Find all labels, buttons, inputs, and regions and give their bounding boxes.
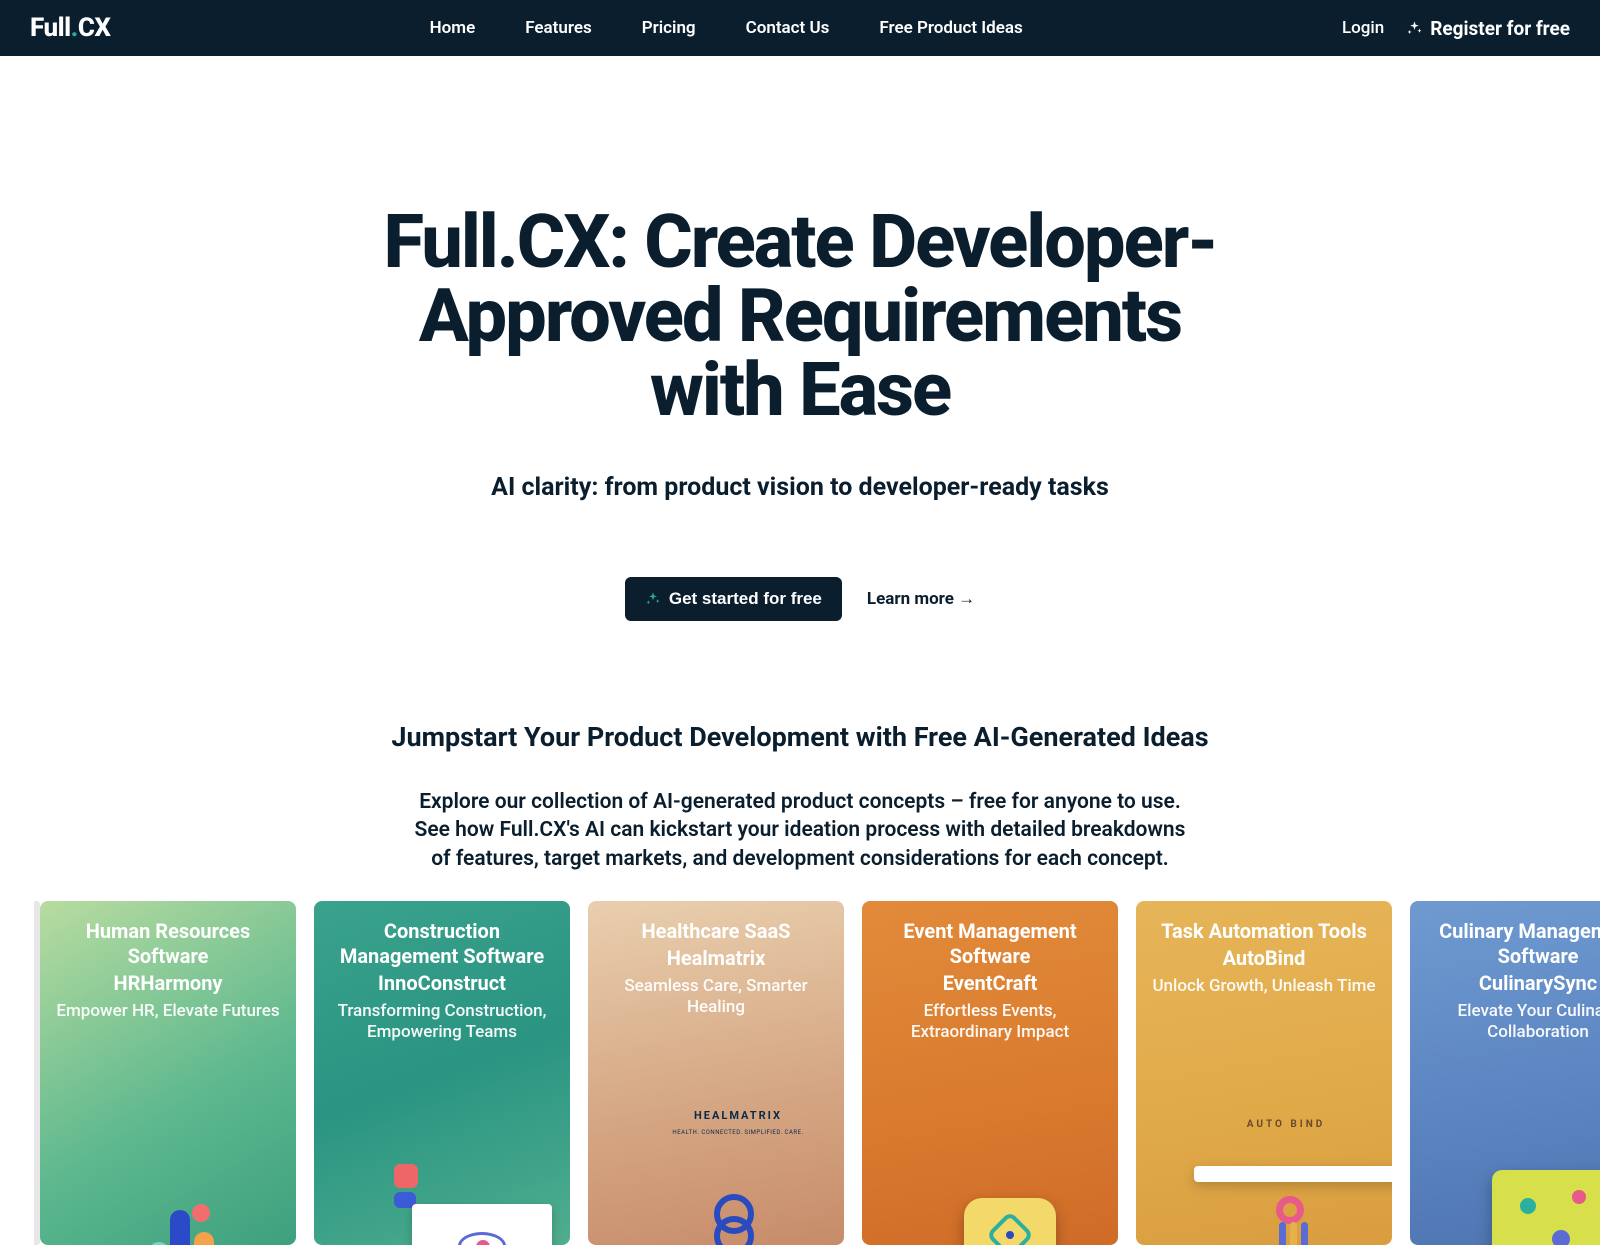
card-category: Task Automation Tools (1150, 919, 1378, 944)
nav-pricing[interactable]: Pricing (642, 18, 696, 38)
card-category: Healthcare SaaS (602, 919, 830, 944)
product-cards-row: Human Resources Software HRHarmony Empow… (0, 901, 1600, 1245)
product-card-culinarysync[interactable]: Culinary Management Software CulinarySyn… (1410, 901, 1600, 1245)
card-image: HEALMATRIX HEALTH. CONNECTED. SIMPLIFIED… (588, 1060, 844, 1245)
card-category: Human Resources Software (54, 919, 282, 969)
card-header: Human Resources Software HRHarmony Empow… (40, 901, 296, 1038)
nav-home[interactable]: Home (430, 18, 476, 38)
card-name: InnoConstruct (328, 971, 556, 995)
get-started-button[interactable]: Get started for free (625, 577, 842, 621)
hero: Full.CX: Create Developer-Approved Requi… (0, 56, 1600, 681)
product-card-innoconstruct[interactable]: Construction Management Software InnoCon… (314, 901, 570, 1245)
nav-center: Home Features Pricing Contact Us Free Pr… (110, 18, 1342, 38)
card-name: HRHarmony (54, 971, 282, 995)
product-card-hrharmony[interactable]: Human Resources Software HRHarmony Empow… (40, 901, 296, 1245)
card-logo-text: HEALMATRIX (632, 1109, 844, 1122)
product-card-eventcraft[interactable]: Event Management Software EventCraft Eff… (862, 901, 1118, 1245)
header: Full.CX Home Features Pricing Contact Us… (0, 0, 1600, 56)
card-logo-subtext: HEALTH. CONNECTED. SIMPLIFIED. CARE. (632, 1129, 844, 1136)
logo-text-post: CX (78, 13, 111, 43)
card-image (1410, 1060, 1600, 1245)
card-tagline: Transforming Construction, Empowering Te… (328, 1001, 556, 1044)
card-image: AUTO BIND (1136, 1060, 1392, 1245)
sparkle-icon (1406, 20, 1423, 37)
card-image: EventCraft (862, 1060, 1118, 1245)
ideas-section: Jumpstart Your Product Development with … (0, 681, 1600, 901)
card-header: Task Automation Tools AutoBind Unlock Gr… (1136, 901, 1392, 1013)
hero-subtitle: AI clarity: from product vision to devel… (40, 473, 1560, 502)
card-name: Healmatrix (602, 946, 830, 970)
login-link[interactable]: Login (1342, 18, 1384, 38)
get-started-label: Get started for free (669, 589, 822, 609)
logo[interactable]: Full.CX (30, 13, 110, 43)
card-logo-text: AUTO BIND (1180, 1119, 1392, 1130)
card-header: Event Management Software EventCraft Eff… (862, 901, 1118, 1060)
sparkle-icon (645, 591, 661, 607)
card-header: Culinary Management Software CulinarySyn… (1410, 901, 1600, 1060)
hero-title: Full.CX: Create Developer-Approved Requi… (350, 206, 1250, 428)
learn-more-link[interactable]: Learn more → (867, 589, 975, 609)
section-desc: Explore our collection of AI-generated p… (410, 788, 1190, 873)
card-tagline: Elevate Your Culinary Collaboration (1424, 1001, 1600, 1044)
product-card-autobind[interactable]: Task Automation Tools AutoBind Unlock Gr… (1136, 901, 1392, 1245)
logo-text-pre: Full (30, 13, 71, 43)
card-tagline: Empower HR, Elevate Futures (54, 1001, 282, 1022)
nav-features[interactable]: Features (525, 18, 592, 38)
section-title: Jumpstart Your Product Development with … (40, 721, 1560, 753)
nav-free-ideas[interactable]: Free Product Ideas (879, 18, 1022, 38)
card-name: CulinarySync (1424, 971, 1600, 995)
card-name: EventCraft (876, 971, 1104, 995)
product-card-healmatrix[interactable]: Healthcare SaaS Healmatrix Seamless Care… (588, 901, 844, 1245)
register-button[interactable]: Register for free (1406, 17, 1570, 40)
card-image (40, 1060, 296, 1245)
card-tagline: Unlock Growth, Unleash Time (1150, 976, 1378, 997)
card-tagline: Effortless Events, Extraordinary Impact (876, 1001, 1104, 1044)
card-header: Construction Management Software InnoCon… (314, 901, 570, 1060)
card-tagline: Seamless Care, Smarter Healing (602, 976, 830, 1019)
register-label: Register for free (1430, 17, 1570, 40)
card-category: Event Management Software (876, 919, 1104, 969)
nav-contact[interactable]: Contact Us (746, 18, 830, 38)
logo-dot: . (71, 13, 78, 43)
card-header: Healthcare SaaS Healmatrix Seamless Care… (588, 901, 844, 1035)
hero-actions: Get started for free Learn more → (40, 577, 1560, 621)
card-category: Construction Management Software (328, 919, 556, 969)
card-category: Culinary Management Software (1424, 919, 1600, 969)
card-name: AutoBind (1150, 946, 1378, 970)
card-image: Innoconstruct (314, 1060, 570, 1245)
nav-right: Login Register for free (1342, 17, 1570, 40)
